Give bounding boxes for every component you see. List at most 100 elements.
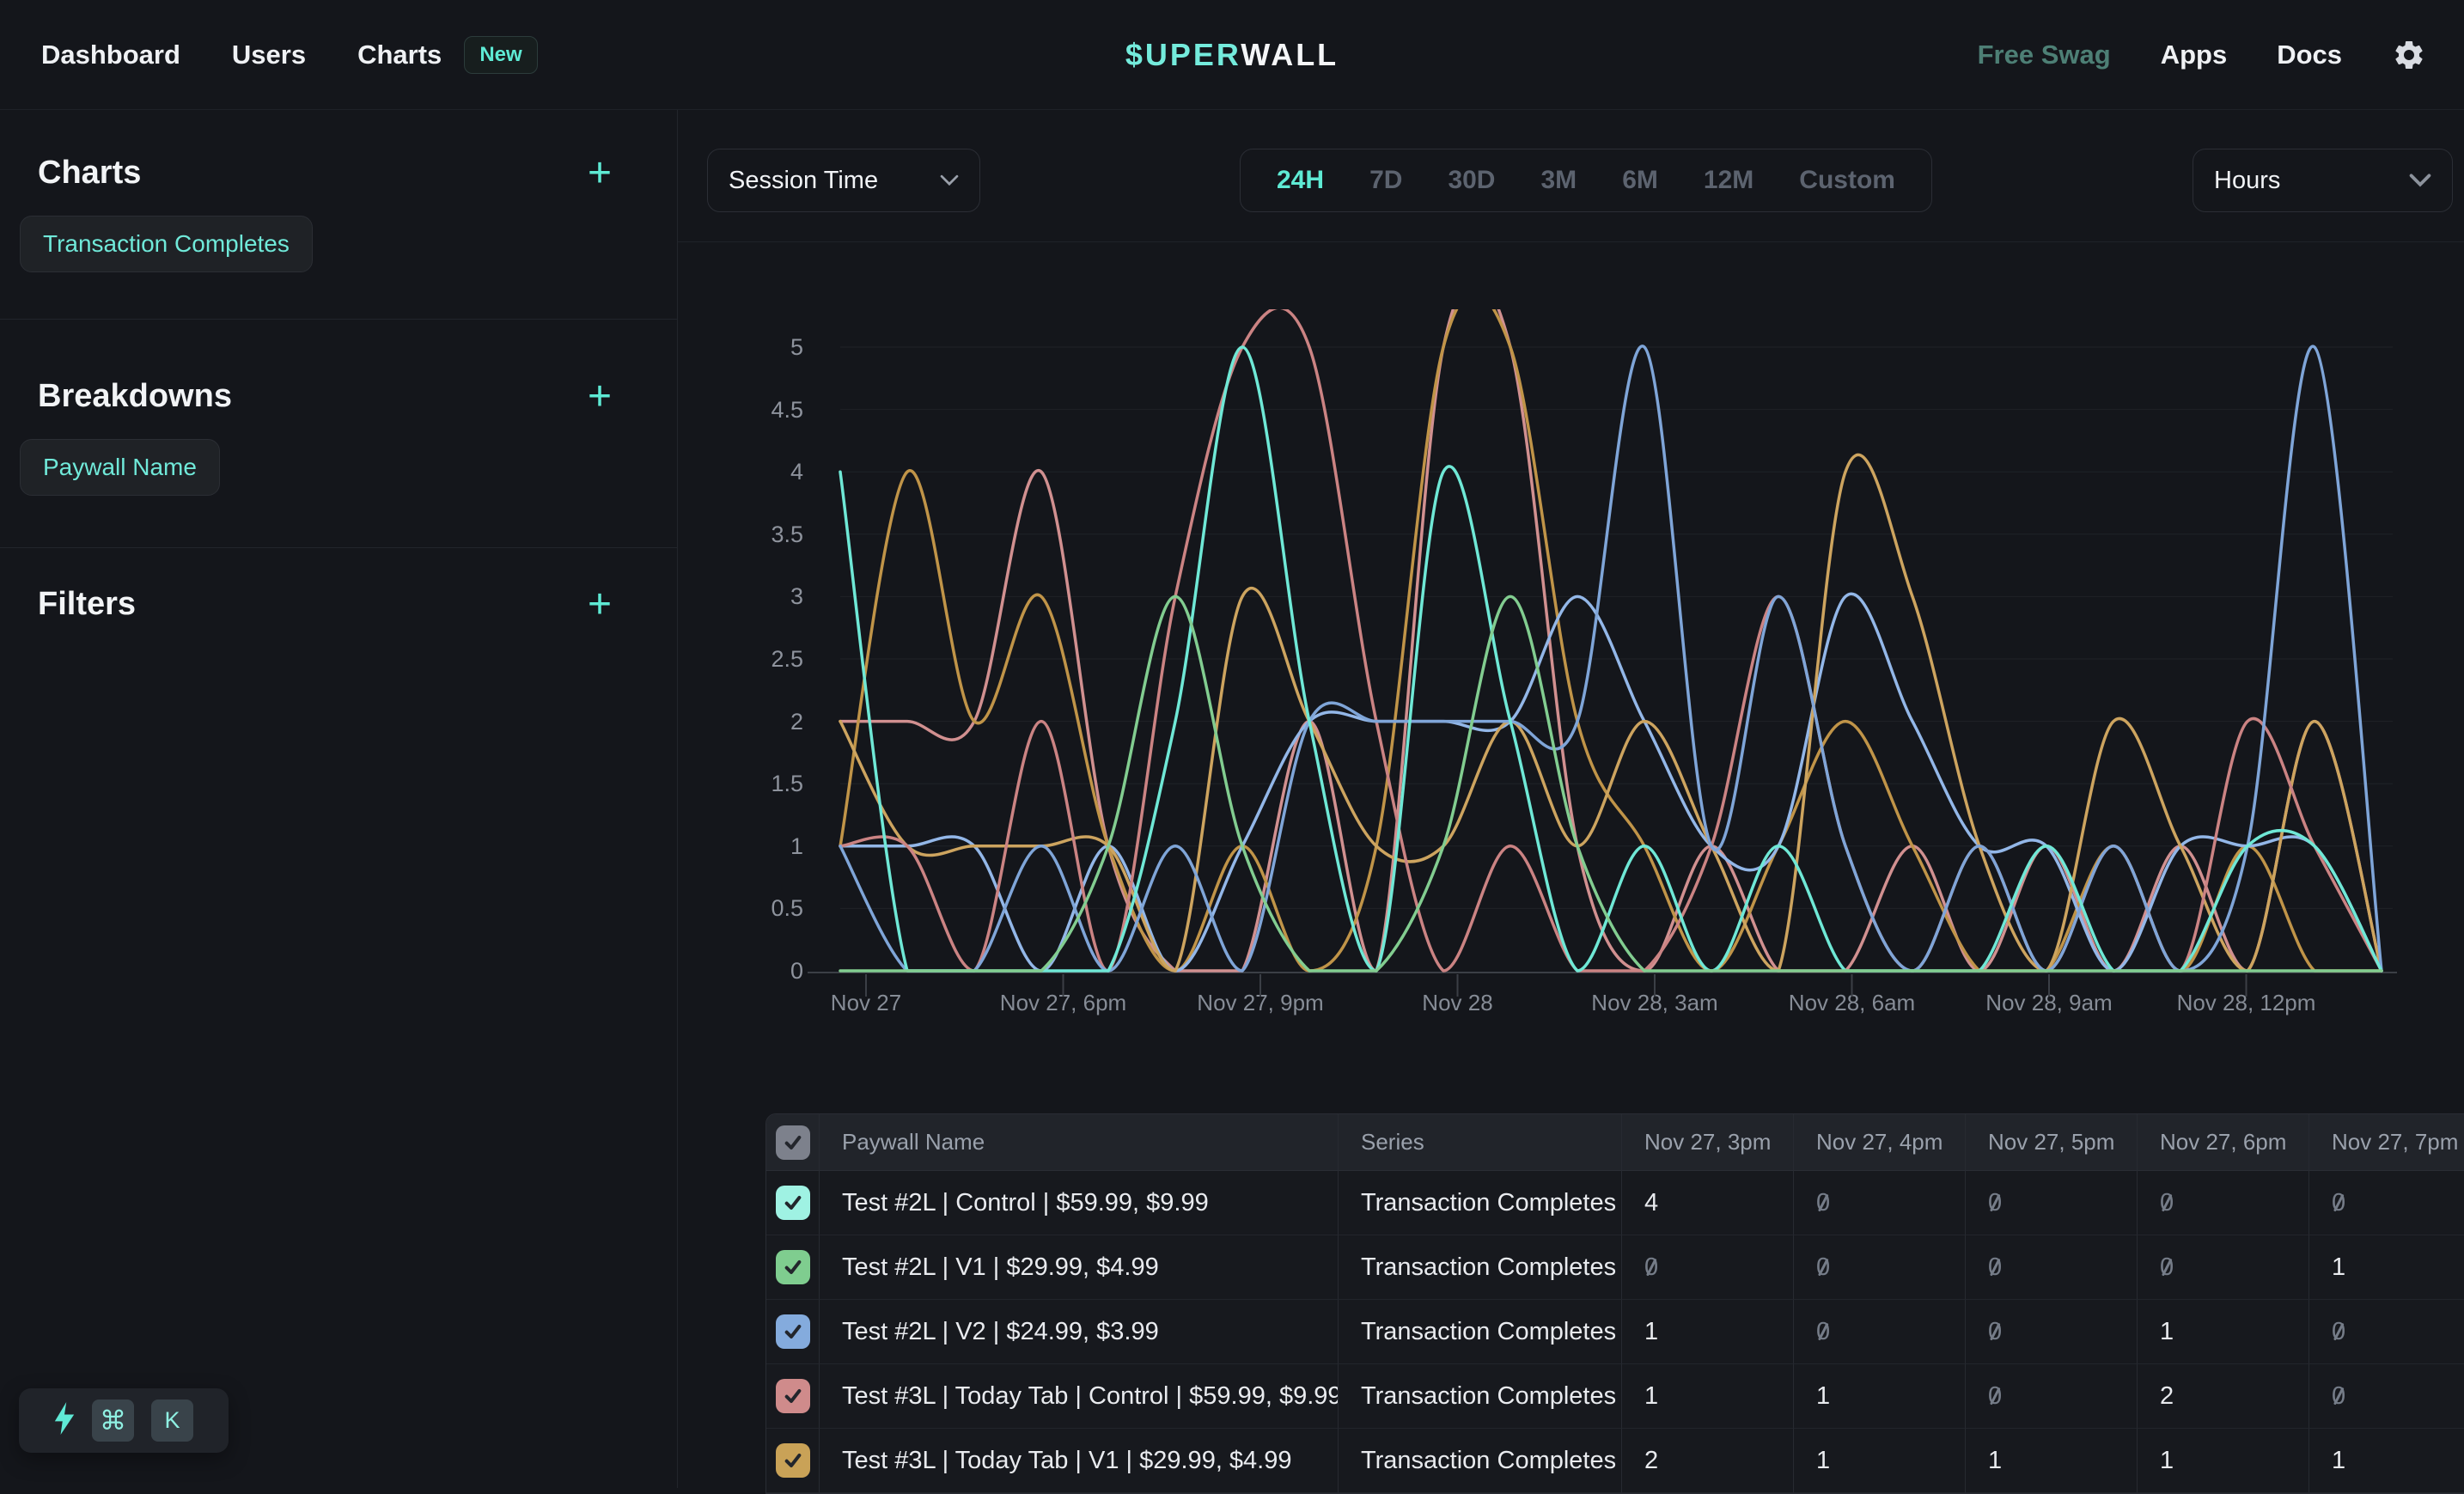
row-select-cell (766, 1364, 820, 1429)
column-header: Nov 27, 5pm (1966, 1114, 2138, 1171)
add-breakdown-button[interactable]: + (588, 380, 639, 414)
value-cell: 0 (2309, 1171, 2464, 1235)
series-cell: Transaction Completes (1339, 1429, 1622, 1493)
nav-item-users[interactable]: Users (232, 40, 306, 70)
y-tick-label: 2.5 (713, 642, 803, 676)
row-select-cell (766, 1171, 820, 1235)
nav-item-dashboard[interactable]: Dashboard (41, 40, 180, 70)
value-cell: 0 (1966, 1300, 2138, 1364)
series-cell: Transaction Completes (1339, 1235, 1622, 1300)
y-tick-label: 5 (713, 330, 803, 364)
y-tick-label: 1.5 (713, 766, 803, 801)
value-cell: 0 (2138, 1171, 2309, 1235)
value-cell: 1 (1622, 1364, 1794, 1429)
value-cell: 0 (1794, 1235, 1966, 1300)
settings-gear-icon[interactable] (2392, 38, 2426, 72)
lightning-bolt-icon (54, 1402, 75, 1439)
range-tabs: 24H 7D 30D 3M 6M 12M Custom (1240, 149, 1932, 212)
nav-item-apps[interactable]: Apps (2161, 40, 2228, 70)
y-tick-label: 0 (713, 954, 803, 988)
row-select-cell (766, 1429, 820, 1493)
row-checkbox[interactable] (776, 1379, 810, 1413)
row-select-cell (766, 1235, 820, 1300)
new-badge: New (464, 36, 537, 74)
value-cell: 4 (1622, 1171, 1794, 1235)
row-checkbox[interactable] (776, 1443, 810, 1478)
sidebar-section-filters: Filters + (0, 548, 677, 669)
chip-transaction-completes[interactable]: Transaction Completes (20, 216, 313, 272)
value-cell: 1 (1794, 1364, 1966, 1429)
tab-24h[interactable]: 24H (1277, 166, 1324, 195)
command-palette-shortcut[interactable]: ⌘ K (19, 1388, 229, 1453)
unit-select[interactable]: Hours (2193, 149, 2453, 212)
sidebar-section-breakdowns: Breakdowns + Paywall Name (0, 320, 677, 548)
column-header: Nov 27, 7pm (2309, 1114, 2464, 1171)
value-cell: 1 (2309, 1429, 2464, 1493)
y-tick-label: 4.5 (713, 393, 803, 427)
add-chart-button[interactable]: + (588, 156, 639, 191)
paywall-name-cell: Test #3L | Today Tab | V1 | $29.99, $4.9… (820, 1429, 1339, 1493)
nav-charts-group: Charts New (357, 36, 538, 74)
nav-item-charts[interactable]: Charts (357, 40, 442, 70)
value-cell: 1 (2309, 1235, 2464, 1300)
controls-divider (678, 241, 2464, 242)
paywall-name-cell: Test #2L | V2 | $24.99, $3.99 (820, 1300, 1339, 1364)
nav-item-docs[interactable]: Docs (2277, 40, 2342, 70)
column-header: Nov 27, 4pm (1794, 1114, 1966, 1171)
value-cell: 0 (1966, 1171, 2138, 1235)
sessions-line-chart (808, 309, 2423, 1014)
value-cell: 0 (1794, 1171, 1966, 1235)
tab-custom[interactable]: Custom (1799, 166, 1895, 195)
logo-rest-text: WALL (1241, 37, 1339, 72)
value-cell: 2 (1622, 1429, 1794, 1493)
select-all-checkbox[interactable] (776, 1125, 810, 1160)
nav-left-group: Dashboard Users Charts New (33, 36, 538, 74)
row-select-cell (766, 1300, 820, 1364)
row-checkbox[interactable] (776, 1314, 810, 1349)
chip-paywall-name[interactable]: Paywall Name (20, 439, 220, 496)
paywall-table: Paywall NameSeriesNov 27, 3pmNov 27, 4pm… (765, 1113, 2464, 1494)
row-checkbox[interactable] (776, 1250, 810, 1284)
command-key: ⌘ (92, 1399, 134, 1442)
nav-right-group: Free Swag Apps Docs (1978, 38, 2431, 72)
y-tick-label: 3 (713, 579, 803, 613)
y-tick-label: 0.5 (713, 891, 803, 925)
tab-3m[interactable]: 3M (1541, 166, 1577, 195)
chart-series-line (840, 454, 2382, 971)
row-checkbox[interactable] (776, 1186, 810, 1220)
paywall-name-cell: Test #2L | Control | $59.99, $9.99 (820, 1171, 1339, 1235)
tab-7d[interactable]: 7D (1369, 166, 1402, 195)
nav-item-free-swag[interactable]: Free Swag (1978, 40, 2111, 70)
y-tick-label: 4 (713, 454, 803, 489)
column-header: Series (1339, 1114, 1622, 1171)
series-cell: Transaction Completes (1339, 1300, 1622, 1364)
charts-section-title: Charts (38, 155, 141, 192)
tab-12m[interactable]: 12M (1704, 166, 1753, 195)
value-cell: 1 (2138, 1429, 2309, 1493)
value-cell: 0 (1966, 1235, 2138, 1300)
value-cell: 2 (2138, 1364, 2309, 1429)
column-header: Nov 27, 6pm (2138, 1114, 2309, 1171)
y-tick-label: 3.5 (713, 517, 803, 552)
logo-accent-text: $UPER (1125, 37, 1241, 72)
chevron-down-icon (940, 174, 959, 186)
value-cell: 0 (1966, 1364, 2138, 1429)
chart-series-line (840, 346, 2382, 971)
value-cell: 1 (1622, 1300, 1794, 1364)
value-cell: 1 (2138, 1300, 2309, 1364)
value-cell: 0 (1794, 1300, 1966, 1364)
value-cell: 0 (2309, 1364, 2464, 1429)
breakdowns-section-title: Breakdowns (38, 378, 232, 415)
paywall-name-cell: Test #2L | V1 | $29.99, $4.99 (820, 1235, 1339, 1300)
filters-section-title: Filters (38, 586, 136, 623)
add-filter-button[interactable]: + (588, 588, 639, 622)
paywall-name-cell: Test #3L | Today Tab | Control | $59.99,… (820, 1364, 1339, 1429)
tab-6m[interactable]: 6M (1622, 166, 1658, 195)
tab-30d[interactable]: 30D (1448, 166, 1495, 195)
top-nav: Dashboard Users Charts New $UPERWALL Fre… (0, 0, 2464, 110)
chevron-down-icon (2409, 174, 2431, 187)
select-all-cell (766, 1114, 820, 1171)
value-cell: 0 (1622, 1235, 1794, 1300)
metric-select[interactable]: Session Time (707, 149, 980, 212)
y-tick-label: 2 (713, 704, 803, 739)
